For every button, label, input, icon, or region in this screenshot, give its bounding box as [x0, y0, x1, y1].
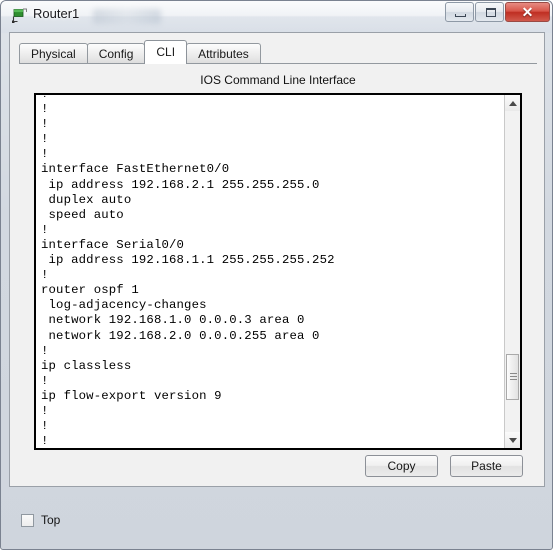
top-checkbox-label: Top	[41, 513, 61, 527]
window-title: Router1	[33, 6, 80, 21]
client-panel: Physical Config CLI Attributes IOS Comma…	[9, 32, 545, 487]
maximize-icon	[486, 8, 496, 17]
title-bar[interactable]: Router1 ✕	[1, 1, 552, 31]
tab-underline	[19, 63, 537, 64]
top-checkbox[interactable]	[21, 513, 34, 527]
title-blur-artifact	[93, 9, 161, 24]
tab-physical-label: Physical	[31, 47, 76, 61]
paste-button[interactable]: Paste	[450, 455, 523, 477]
tab-config[interactable]: Config	[86, 43, 146, 64]
scrollbar-grip-icon	[510, 373, 517, 380]
tab-cli[interactable]: CLI	[144, 40, 188, 64]
chevron-down-icon	[508, 437, 517, 443]
cli-header-label: IOS Command Line Interface	[200, 73, 356, 87]
minimize-icon	[455, 14, 466, 17]
cli-output-text: ! ! ! ! ! interface FastEthernet0/0 ip a…	[41, 93, 335, 449]
tab-attributes-label: Attributes	[198, 47, 249, 61]
chevron-up-icon	[508, 100, 517, 106]
top-checkbox-group[interactable]: Top	[21, 513, 60, 527]
cli-scrollbar[interactable]	[504, 95, 520, 448]
copy-button[interactable]: Copy	[365, 455, 438, 477]
router-icon	[12, 8, 27, 23]
scroll-up-button[interactable]	[505, 95, 520, 111]
tab-config-label: Config	[98, 47, 134, 61]
scrollbar-thumb[interactable]	[506, 354, 519, 400]
action-button-row: Copy Paste	[365, 455, 523, 477]
maximize-button[interactable]	[475, 2, 504, 22]
cli-terminal[interactable]: ! ! ! ! ! interface FastEthernet0/0 ip a…	[34, 93, 522, 450]
minimize-button[interactable]	[445, 2, 474, 22]
tab-strip: Physical Config CLI Attributes	[19, 40, 261, 64]
router-window: Router1 ✕ Physical Config CLI Attributes…	[0, 0, 553, 550]
tab-physical[interactable]: Physical	[19, 43, 88, 64]
tab-attributes[interactable]: Attributes	[186, 43, 261, 64]
window-controls: ✕	[445, 2, 550, 22]
scroll-down-button[interactable]	[505, 432, 520, 448]
close-icon: ✕	[521, 4, 534, 20]
tab-cli-label: CLI	[156, 45, 176, 59]
close-button[interactable]: ✕	[505, 2, 550, 22]
